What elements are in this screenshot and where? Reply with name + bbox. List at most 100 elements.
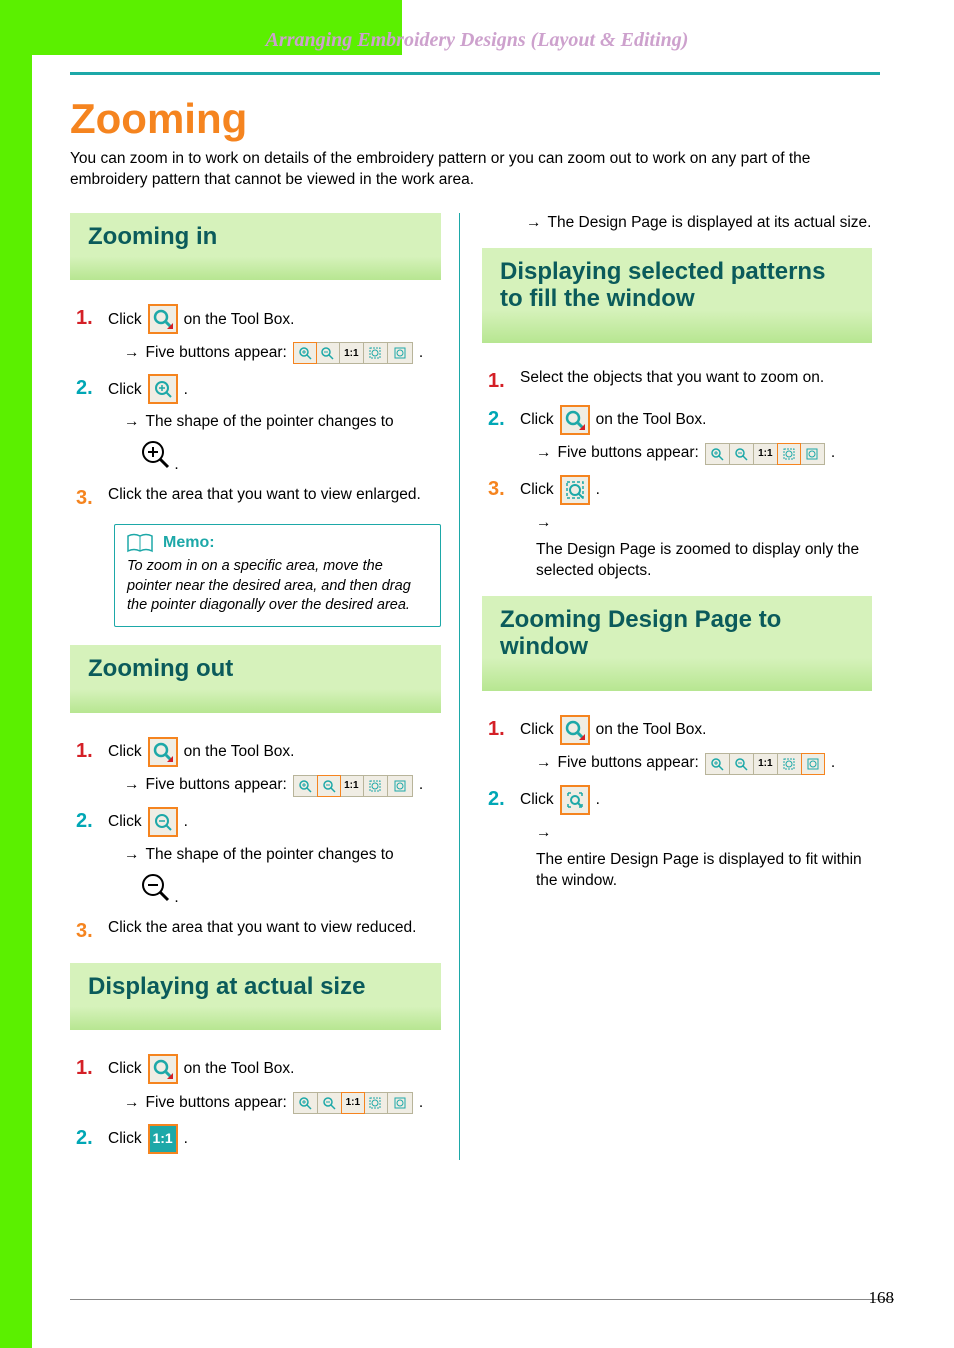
step-text: Click: [108, 741, 142, 763]
step-text: Select the objects that you want to zoom…: [520, 367, 872, 389]
substep-text: Five buttons appear:: [146, 343, 287, 364]
fit-page-icon[interactable]: [801, 753, 825, 775]
step-text: Click: [108, 1058, 142, 1080]
substep-text: The entire Design Page is displayed to f…: [536, 850, 872, 892]
step-text: Click: [108, 309, 142, 331]
step-text: Click: [520, 409, 554, 431]
step-text: on the Tool Box.: [596, 719, 707, 741]
substep-text: Five buttons appear:: [558, 753, 699, 774]
zoom-out-icon[interactable]: [317, 775, 341, 797]
breadcrumb: Arranging Embroidery Designs (Layout & E…: [0, 29, 954, 52]
zoom-out-icon[interactable]: [730, 754, 754, 774]
substep: → Five buttons appear: 1:1 .: [124, 342, 441, 364]
one-to-one-icon[interactable]: 1:1: [340, 343, 364, 363]
fit-page-icon[interactable]: [388, 343, 412, 363]
one-to-one-icon[interactable]: 1:1: [148, 1124, 178, 1154]
zoom-tool-icon[interactable]: [148, 304, 178, 334]
page-title: Zooming: [70, 95, 880, 143]
zoom-toolbar: 1:1: [705, 753, 825, 775]
substep-text: The Design Page is displayed at its actu…: [548, 213, 872, 234]
one-to-one-icon[interactable]: 1:1: [754, 754, 778, 774]
substep: → Five buttons appear: 1:1 .: [124, 775, 441, 797]
pointer-zoom-out: .: [140, 872, 441, 907]
zoom-in-icon[interactable]: [148, 374, 178, 404]
arrow-icon: →: [124, 412, 140, 433]
zoom-in-icon[interactable]: [293, 342, 317, 364]
step-text: .: [596, 479, 600, 501]
zoom-tool-icon[interactable]: [560, 405, 590, 435]
zoom-out-icon[interactable]: [148, 807, 178, 837]
substep: → Five buttons appear: 1:1 .: [124, 1092, 441, 1114]
step-1: 1. Click on the Tool Box.: [76, 1054, 441, 1084]
step-text: on the Tool Box.: [184, 741, 295, 763]
step-number: 1.: [488, 367, 510, 395]
section-zooming-in: Zooming in: [70, 213, 441, 281]
one-to-one-icon[interactable]: 1:1: [341, 1092, 365, 1114]
step-text: on the Tool Box.: [184, 309, 295, 331]
step-1: 1. Click on the Tool Box.: [76, 737, 441, 767]
step-text: Click the area that you want to view red…: [108, 917, 441, 939]
intro-text: You can zoom in to work on details of th…: [70, 149, 880, 191]
step-2: 2. Click .: [488, 785, 872, 815]
zoom-tool-icon[interactable]: [148, 737, 178, 767]
zoom-in-icon[interactable]: [706, 754, 730, 774]
fit-selected-icon[interactable]: [364, 343, 388, 363]
step-number: 3.: [488, 475, 510, 503]
top-rule: [70, 72, 880, 75]
one-to-one-icon[interactable]: 1:1: [340, 776, 364, 796]
step-text: Click the area that you want to view enl…: [108, 484, 441, 506]
step-text: Click: [520, 719, 554, 741]
zoom-out-icon[interactable]: [318, 1093, 342, 1113]
step-number: 1.: [76, 1054, 98, 1082]
fit-page-icon[interactable]: [800, 444, 824, 464]
fit-page-icon[interactable]: [560, 785, 590, 815]
zoom-in-icon[interactable]: [294, 776, 318, 796]
substep-text: Five buttons appear:: [146, 775, 287, 796]
step-text: .: [174, 889, 178, 906]
zoom-toolbar: 1:1: [293, 1092, 413, 1114]
zoom-in-icon[interactable]: [706, 444, 730, 464]
arrow-icon: →: [124, 1093, 140, 1114]
step-number: 2.: [76, 374, 98, 402]
step-text: Click: [108, 1128, 142, 1150]
substep-text: Five buttons appear:: [558, 443, 699, 464]
fit-selected-icon[interactable]: [560, 475, 590, 505]
zoom-in-icon[interactable]: [294, 1093, 318, 1113]
zoom-tool-icon[interactable]: [560, 715, 590, 745]
fit-selected-icon[interactable]: [777, 443, 801, 465]
section-design-to-window: Zooming Design Page to window: [482, 596, 872, 691]
step-number: 2.: [488, 785, 510, 813]
step-text: on the Tool Box.: [596, 409, 707, 431]
fit-selected-icon[interactable]: [364, 1093, 388, 1113]
step-2: 2. Click 1:1 .: [76, 1124, 441, 1154]
step-text: .: [174, 456, 178, 473]
fit-selected-icon[interactable]: [364, 776, 388, 796]
footer-rule: [70, 1299, 894, 1300]
step-1: 1. Click on the Tool Box.: [76, 304, 441, 334]
substep: → Five buttons appear: 1:1 .: [536, 443, 872, 465]
substep: → The Design Page is zoomed to display o…: [536, 513, 872, 582]
substep-text: The shape of the pointer changes to: [146, 845, 394, 866]
zoom-out-icon[interactable]: [730, 444, 754, 464]
zoom-out-icon[interactable]: [316, 343, 340, 363]
zoom-toolbar: 1:1: [293, 775, 413, 797]
substep-text: Five buttons appear:: [146, 1093, 287, 1114]
zoom-tool-icon[interactable]: [148, 1054, 178, 1084]
section-actual-size: Displaying at actual size: [70, 963, 441, 1031]
zoom-toolbar: 1:1: [293, 342, 413, 364]
left-column: Zooming in 1. Click on the Tool Box. → F…: [70, 213, 460, 1160]
substep-text: The shape of the pointer changes to: [146, 412, 394, 433]
substep-text: The Design Page is zoomed to display onl…: [536, 540, 872, 582]
arrow-icon: →: [536, 753, 552, 774]
arrow-icon: →: [124, 775, 140, 796]
step-number: 2.: [76, 1124, 98, 1152]
one-to-one-icon[interactable]: 1:1: [754, 444, 778, 464]
arrow-icon: →: [124, 845, 140, 866]
step-3: 3. Click the area that you want to view …: [76, 484, 441, 512]
fit-page-icon[interactable]: [388, 1093, 412, 1113]
content: Zooming You can zoom in to work on detai…: [70, 72, 880, 1160]
substep: → The Design Page is displayed at its ac…: [526, 213, 872, 234]
fit-page-icon[interactable]: [388, 776, 412, 796]
arrow-icon: →: [536, 443, 552, 464]
fit-selected-icon[interactable]: [778, 754, 802, 774]
